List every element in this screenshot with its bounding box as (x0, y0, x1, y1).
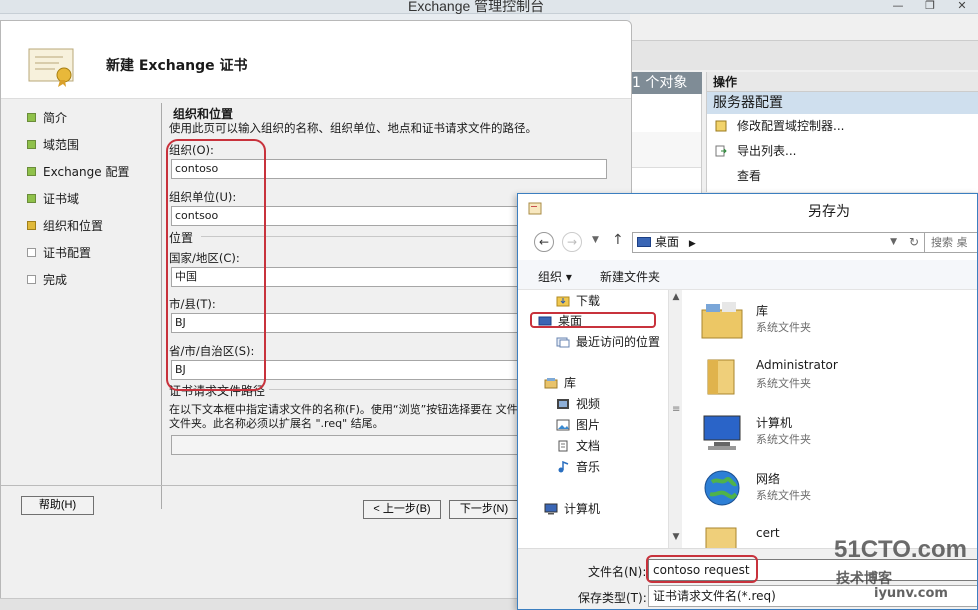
watermark-line1: 51CTO.com (834, 536, 967, 563)
library-icon (544, 378, 558, 389)
organize-button[interactable]: 组织 ▾ (538, 268, 572, 285)
history-dropdown-icon[interactable]: ▼ (592, 235, 599, 245)
desktop-icon (637, 237, 651, 247)
document-icon (558, 440, 568, 452)
search-input[interactable]: 搜索 桌 (924, 232, 977, 253)
minimize-icon[interactable]: — (882, 0, 914, 14)
scroll-up-icon[interactable]: ▲ (670, 292, 682, 306)
nav-scrollbar[interactable]: ▲ ≡ ▼ (668, 290, 682, 548)
wizard-steps: 简介 域范围 Exchange 配置 证书域 组织和位置 证书配置 完成 (27, 111, 157, 300)
step-done-icon (27, 113, 36, 122)
window-controls: — ❐ ✕ (882, 0, 978, 14)
user-folder-icon (707, 359, 735, 395)
nav-downloads[interactable]: 下载 (554, 292, 600, 310)
filename-label: 文件名(N): (588, 565, 647, 579)
export-icon (715, 145, 727, 157)
watermark-line2: 技术博客 (836, 571, 892, 587)
filetype-label: 保存类型(T): (578, 591, 647, 605)
file-list: 库 系统文件夹 Administrator 系统文件夹 计算机 系统文件夹 网络… (684, 290, 977, 563)
step-cert-config: 证书配置 (27, 246, 157, 273)
section-description: 使用此页可以输入组织的名称、组织单位、地点和证书请求文件的路径。 (169, 121, 537, 135)
console-titlebar: Exchange 管理控制台 — ❐ ✕ (0, 0, 978, 14)
step-cert-domains: 证书域 (27, 192, 157, 219)
restore-icon[interactable]: ❐ (914, 0, 946, 14)
file-item-libraries[interactable]: 库 系统文件夹 (700, 296, 970, 346)
red-annotation-oval (166, 139, 266, 391)
watermark: 51CTO.com 技术博客 iyunv.com (834, 536, 978, 606)
nav-computer[interactable]: 计算机 (542, 500, 600, 518)
actions-section[interactable]: 服务器配置 (707, 92, 978, 114)
nav-libraries[interactable]: 库 (542, 374, 576, 392)
forward-arrow-icon[interactable]: → (562, 232, 582, 252)
step-pending-icon (27, 248, 36, 257)
new-folder-button[interactable]: 新建文件夹 (600, 268, 660, 285)
network-globe-icon (704, 470, 740, 506)
video-icon (557, 399, 569, 409)
step-current-icon (27, 221, 36, 230)
certificate-icon (28, 48, 74, 87)
address-bar[interactable]: 桌面 ▶ ▼ ↻ (632, 232, 926, 253)
back-arrow-icon[interactable]: ← (534, 232, 554, 252)
address-row: ← → ▼ ↑ 桌面 ▶ ▼ ↻ 搜索 桌 (518, 228, 977, 256)
wizard-divider (161, 103, 162, 509)
object-count: 1 个对象 (630, 72, 702, 94)
watermark-line3: iyunv.com (874, 586, 948, 601)
actions-pane: 操作 服务器配置 修改配置域控制器... 导出列表... 查看 (706, 72, 978, 192)
navigation-pane: 下载 桌面 最近访问的位置 库 视频 图片 文档 音乐 计算机 (518, 290, 668, 548)
save-as-title: 另存为 (808, 204, 850, 220)
horizontal-scrollbar[interactable] (0, 598, 517, 610)
step-exchange-config: Exchange 配置 (27, 165, 157, 192)
close-icon[interactable]: ✕ (946, 0, 978, 14)
step-complete: 完成 (27, 273, 157, 300)
save-as-titlebar: 另存为 (518, 194, 977, 224)
recent-places-icon (556, 337, 570, 348)
library-folder-icon (701, 302, 743, 339)
step-pending-icon (27, 275, 36, 284)
request-path-description: 在以下文本框中指定请求文件的名称(F)。使用“浏览”按钮选择要在 文件的文件夹。… (169, 403, 529, 430)
actions-header: 操作 (707, 72, 978, 92)
step-done-icon (27, 140, 36, 149)
document-icon (528, 202, 542, 215)
back-button[interactable]: < 上一步(B) (363, 500, 441, 519)
step-intro: 简介 (27, 111, 157, 138)
file-item-network[interactable]: 网络 系统文件夹 (700, 464, 970, 514)
nav-pictures[interactable]: 图片 (554, 416, 600, 434)
nav-videos[interactable]: 视频 (554, 395, 600, 413)
refresh-icon[interactable]: ↻ (909, 233, 919, 252)
picture-icon (556, 419, 570, 431)
step-org-location: 组织和位置 (27, 219, 157, 246)
nav-documents[interactable]: 文档 (554, 437, 600, 455)
download-folder-icon (556, 296, 570, 307)
request-path-input[interactable] (171, 435, 531, 455)
console-title: Exchange 管理控制台 (408, 0, 545, 14)
computer-icon (703, 415, 741, 450)
scroll-down-icon[interactable]: ▼ (670, 532, 682, 546)
wizard-title: 新建 Exchange 证书 (106, 58, 248, 74)
nav-music[interactable]: 音乐 (554, 458, 600, 476)
step-done-icon (27, 194, 36, 203)
file-item-administrator[interactable]: Administrator 系统文件夹 (700, 352, 970, 402)
action-view[interactable]: 查看 (707, 164, 978, 189)
step-domain-scope: 域范围 (27, 138, 157, 165)
wizard-header: 新建 Exchange 证书 (1, 21, 631, 99)
red-annotation-box (530, 312, 656, 328)
save-as-toolbar: 组织 ▾ 新建文件夹 (518, 260, 977, 290)
scroll-grip-icon[interactable]: ≡ (672, 404, 680, 415)
chevron-down-icon[interactable]: ▼ (890, 233, 897, 252)
action-export-list[interactable]: 导出列表... (707, 139, 978, 164)
music-icon (558, 461, 569, 473)
config-icon (715, 120, 727, 132)
red-annotation-box (646, 555, 758, 583)
up-arrow-icon[interactable]: ↑ (612, 232, 624, 248)
help-button[interactable]: 帮助(H) (21, 496, 94, 515)
step-done-icon (27, 167, 36, 176)
chevron-right-icon: ▶ (688, 239, 696, 249)
console-toolbar (630, 40, 978, 70)
nav-recent[interactable]: 最近访问的位置 (554, 333, 660, 351)
next-button[interactable]: 下一步(N) (449, 500, 519, 519)
file-item-computer[interactable]: 计算机 系统文件夹 (700, 408, 970, 458)
action-modify-dc[interactable]: 修改配置域控制器... (707, 114, 978, 139)
computer-icon (544, 503, 558, 515)
